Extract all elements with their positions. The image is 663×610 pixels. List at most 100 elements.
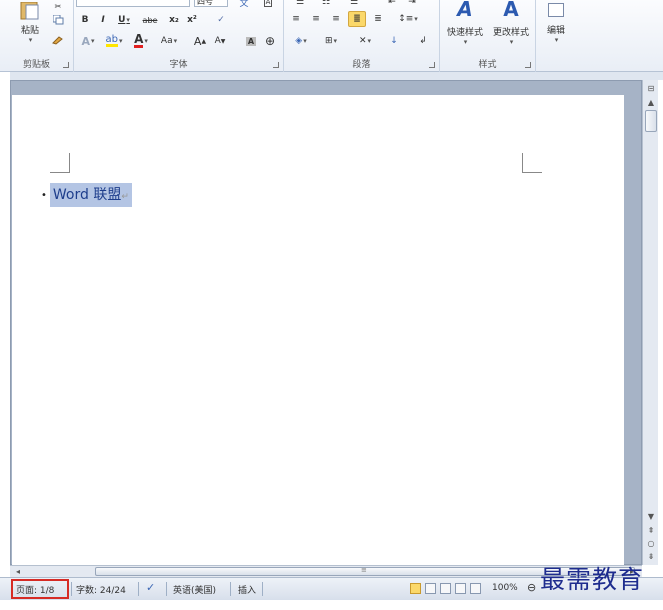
next-page-icon[interactable]: ⇟ xyxy=(645,550,657,562)
prev-page-icon[interactable]: ⇞ xyxy=(645,524,657,536)
margin-corner-top-right xyxy=(522,153,542,173)
shading-button[interactable]: ◈ ▾ xyxy=(288,33,314,49)
char-border-icon: A xyxy=(263,0,273,7)
decrease-indent-button[interactable]: ⇤ xyxy=(384,0,400,8)
clear-format-icon: 文 xyxy=(239,0,249,9)
format-painter-icon xyxy=(52,35,63,45)
superscript-label: x² xyxy=(187,15,197,25)
ruler-toggle-icon[interactable]: ⊟ xyxy=(645,82,657,94)
document-paragraph[interactable]: • Word 联盟↵ xyxy=(41,182,132,208)
chevron-down-icon: ▾ xyxy=(509,37,514,46)
clipboard-launcher-icon[interactable] xyxy=(63,62,69,68)
chevron-down-icon: ▾ xyxy=(333,37,338,45)
zoom-out-icon[interactable]: ⊖ xyxy=(527,581,536,594)
underline-button[interactable]: U ▾ xyxy=(114,13,134,27)
paragraph-launcher-icon[interactable] xyxy=(429,62,435,68)
language-indicator[interactable]: 英语(美国) xyxy=(173,583,216,596)
change-case-button[interactable]: Aa ▾ xyxy=(156,33,182,49)
page-indicator[interactable]: 页面: 1/8 xyxy=(16,583,54,596)
quick-styles-icon: A xyxy=(457,0,473,21)
chinese-layout-button[interactable]: ✕ ▾ xyxy=(352,33,378,49)
paragraph-mark-icon: ↲ xyxy=(419,36,427,46)
enclose-char-button[interactable]: ⊕ xyxy=(262,33,278,49)
justify-button[interactable]: ≣ xyxy=(348,11,366,27)
web-layout-view-icon[interactable] xyxy=(440,583,451,594)
scroll-down-icon[interactable]: ▼ xyxy=(645,510,657,522)
char-border-button[interactable]: A xyxy=(258,0,278,8)
chevron-down-icon: ▾ xyxy=(126,16,130,24)
highlighter-icon: ab xyxy=(105,34,118,47)
sort-button[interactable]: ↓ xyxy=(386,33,402,49)
char-shading-button[interactable]: A xyxy=(244,33,258,49)
font-size-field[interactable]: 四号 xyxy=(194,0,228,7)
align-center-button[interactable]: ≡ xyxy=(308,11,324,27)
align-left-button[interactable]: ≡ xyxy=(288,11,304,27)
superscript-button[interactable]: x² xyxy=(184,13,200,27)
editing-label: 编辑 xyxy=(546,25,565,36)
italic-label: I xyxy=(101,15,105,25)
copy-button[interactable] xyxy=(50,13,66,27)
distributed-button[interactable]: ≣ xyxy=(370,11,386,27)
cut-button[interactable]: ✂ xyxy=(50,0,66,12)
editing-group: 编辑 ▾ xyxy=(536,0,576,72)
multilevel-list-button[interactable]: ☱ xyxy=(344,0,364,8)
grow-font-button[interactable]: A ▲ xyxy=(192,33,208,49)
chevron-down-icon: ▾ xyxy=(173,37,178,45)
styles-group-label: 样式 xyxy=(478,60,497,70)
scroll-left-icon[interactable]: ◂ xyxy=(12,565,24,577)
numbering-icon: ☷ xyxy=(321,0,331,7)
line-spacing-button[interactable]: ↕≡ ▾ xyxy=(396,11,420,27)
full-screen-view-icon[interactable] xyxy=(425,583,436,594)
font-name-field[interactable] xyxy=(76,0,190,7)
scissors-icon: ✂ xyxy=(54,1,62,11)
paste-button[interactable]: 粘贴 ▾ xyxy=(14,0,46,46)
word-count[interactable]: 字数: 24/24 xyxy=(76,583,126,596)
shrink-font-button[interactable]: A ▼ xyxy=(212,33,228,49)
clear-format-button[interactable]: 文 xyxy=(232,0,256,9)
numbering-button[interactable]: ☷ xyxy=(316,0,336,8)
subscript-button[interactable]: x₂ xyxy=(166,13,182,27)
change-styles-button[interactable]: A 更改样式 ▾ xyxy=(488,0,534,50)
font-color-button[interactable]: A ▾ xyxy=(130,33,152,49)
text-effect-button[interactable]: A ▾ xyxy=(78,33,98,49)
vertical-scrollbar[interactable]: ⊟ ▲ ▼ ⇞ ○ ⇟ xyxy=(642,80,658,565)
bold-button[interactable]: B xyxy=(78,13,92,27)
quick-styles-button[interactable]: A 快速样式 ▾ xyxy=(442,0,488,50)
vertical-scroll-thumb[interactable] xyxy=(645,110,657,132)
chinese-layout-icon: ✕ xyxy=(358,36,367,46)
font-launcher-icon[interactable] xyxy=(273,62,279,68)
borders-button[interactable]: ⊞ ▾ xyxy=(318,33,344,49)
font-color-label: A xyxy=(134,32,144,48)
browse-object-icon[interactable]: ○ xyxy=(645,537,657,549)
divider xyxy=(71,582,72,596)
highlight-button[interactable]: ab ▾ xyxy=(102,33,126,49)
document-page[interactable]: • Word 联盟↵ xyxy=(12,95,624,565)
align-left-icon: ≡ xyxy=(292,14,300,24)
chevron-down-icon: ▾ xyxy=(91,37,95,45)
sort-icon: ↓ xyxy=(390,36,398,46)
strikethrough-button[interactable]: abe xyxy=(138,13,162,27)
increase-indent-button[interactable]: ⇥ xyxy=(404,0,420,8)
styles-launcher-icon[interactable] xyxy=(525,62,531,68)
insert-mode-indicator[interactable]: 插入 xyxy=(238,583,256,596)
show-marks-button[interactable]: ↲ xyxy=(416,33,430,49)
format-painter-button[interactable] xyxy=(50,32,66,46)
spell-check-button[interactable]: ✓ xyxy=(212,13,230,27)
divider xyxy=(166,582,167,596)
editing-button[interactable]: 编辑 ▾ xyxy=(540,0,572,50)
italic-button[interactable]: I xyxy=(96,13,110,27)
draft-view-icon[interactable] xyxy=(470,583,481,594)
chevron-down-icon: ▾ xyxy=(303,37,307,45)
bullets-button[interactable]: ☰ xyxy=(290,0,310,8)
scroll-up-icon[interactable]: ▲ xyxy=(645,96,657,108)
justify-icon: ≣ xyxy=(353,14,361,24)
align-right-button[interactable]: ≡ xyxy=(328,11,344,27)
find-icon xyxy=(548,2,564,17)
selected-text[interactable]: Word 联盟↵ xyxy=(49,183,132,207)
chevron-down-icon: ▾ xyxy=(144,37,148,45)
print-layout-view-icon[interactable] xyxy=(410,583,421,594)
outline-view-icon[interactable] xyxy=(455,583,466,594)
proofing-icon[interactable]: ✓ xyxy=(146,581,155,594)
zoom-level[interactable]: 100% xyxy=(492,583,518,593)
distributed-icon: ≣ xyxy=(374,14,382,24)
